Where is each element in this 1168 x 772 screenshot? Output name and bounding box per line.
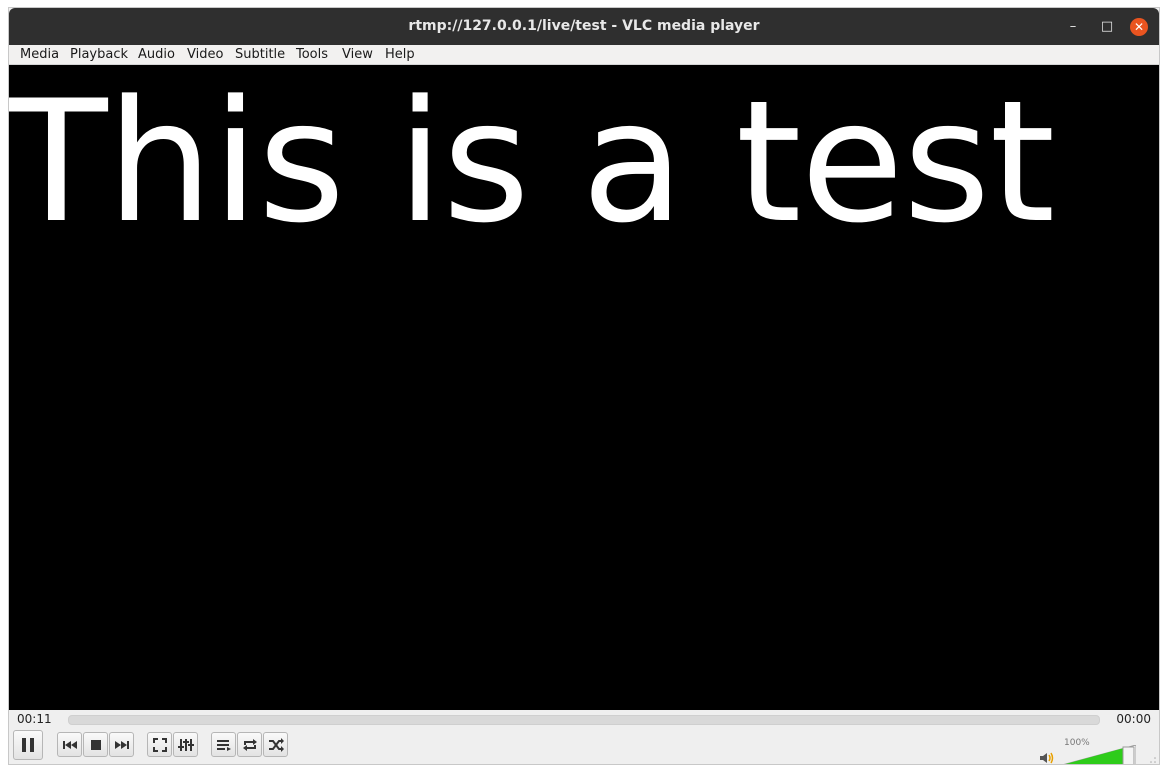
shuffle-icon [268, 737, 284, 752]
fullscreen-button[interactable] [147, 732, 172, 757]
volume-handle[interactable] [1122, 746, 1135, 764]
video-frame-text: This is a test [9, 65, 1055, 260]
stop-icon [90, 739, 101, 750]
previous-button[interactable] [57, 732, 82, 757]
menu-tools[interactable]: Tools [296, 46, 328, 63]
loop-icon [242, 738, 257, 751]
speaker-icon[interactable] [1039, 752, 1055, 764]
playlist-button[interactable] [211, 732, 236, 757]
menu-bar: Media Playback Audio Video Subtitle Tool… [9, 45, 1159, 65]
elapsed-time: 00:11 [17, 712, 52, 726]
loop-button[interactable] [237, 732, 262, 757]
title-bar[interactable]: rtmp://127.0.0.1/live/test - VLC media p… [9, 8, 1159, 45]
resize-grip-icon[interactable] [1149, 756, 1157, 764]
shuffle-button[interactable] [263, 732, 288, 757]
menu-view[interactable]: View [342, 46, 373, 63]
stop-button[interactable] [83, 732, 108, 757]
pause-button[interactable] [13, 730, 43, 760]
menu-media[interactable]: Media [20, 46, 59, 63]
extended-settings-button[interactable] [173, 732, 198, 757]
volume-slider[interactable] [1062, 745, 1136, 764]
window-title: rtmp://127.0.0.1/live/test - VLC media p… [408, 18, 760, 34]
total-time: 00:00 [1116, 712, 1151, 726]
video-area[interactable]: This is a test [9, 65, 1159, 710]
pause-icon [22, 738, 34, 752]
playlist-icon [216, 739, 231, 751]
menu-audio[interactable]: Audio [138, 46, 175, 63]
next-button[interactable] [109, 732, 134, 757]
extended-settings-icon [177, 738, 194, 751]
next-icon [114, 740, 129, 749]
minimize-button[interactable]: – [1064, 18, 1082, 36]
previous-icon [62, 740, 77, 749]
menu-help[interactable]: Help [385, 46, 415, 63]
menu-subtitle[interactable]: Subtitle [235, 46, 285, 63]
fullscreen-icon [152, 737, 167, 752]
menu-video[interactable]: Video [187, 46, 223, 63]
seek-slider[interactable] [68, 715, 1100, 725]
vlc-window: rtmp://127.0.0.1/live/test - VLC media p… [9, 8, 1159, 764]
menu-playback[interactable]: Playback [70, 46, 128, 63]
close-button[interactable]: ✕ [1130, 18, 1148, 36]
maximize-button[interactable]: □ [1098, 18, 1116, 36]
seek-row: 00:11 00:00 [9, 710, 1159, 728]
control-bar: 100% [9, 728, 1159, 764]
